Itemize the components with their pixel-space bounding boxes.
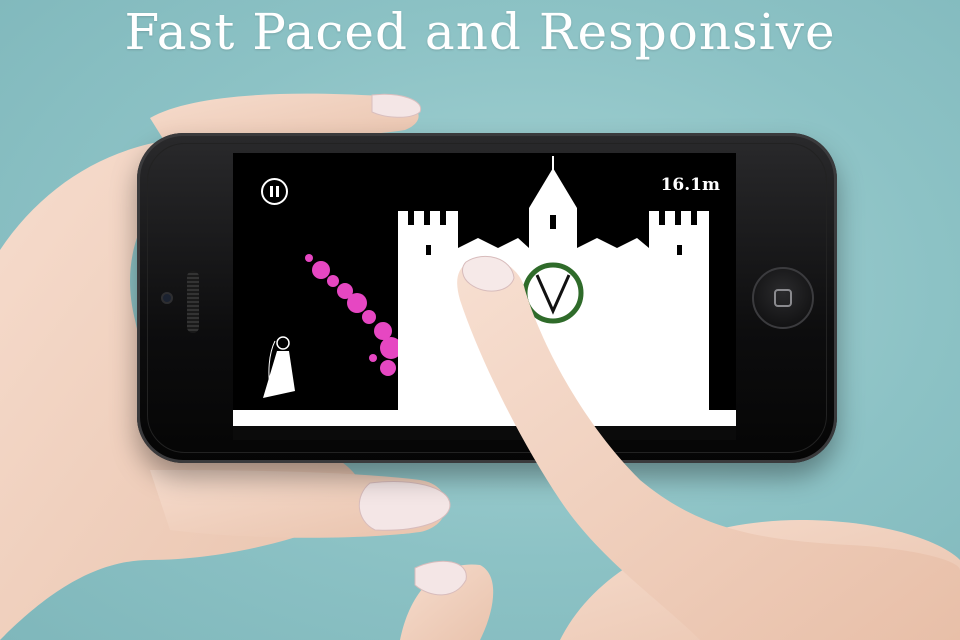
game-screen[interactable]: 16.1m [233,153,736,440]
ground-platform [233,410,736,426]
pause-button[interactable] [261,178,288,205]
left-index-nail [371,93,422,118]
pause-icon [270,186,273,197]
game-canvas [263,156,709,410]
home-button[interactable] [752,267,814,329]
home-square-icon [774,289,792,307]
checkmark-circle-icon [522,262,584,324]
front-camera-icon [161,292,173,304]
earpiece-speaker [187,271,199,333]
ground-shadow [233,426,736,440]
right-hand [560,520,960,640]
pause-icon-bar [276,186,279,197]
distance-counter: 16.1m [660,175,720,195]
sparkle-trail [305,254,408,376]
girl-character [263,336,295,398]
